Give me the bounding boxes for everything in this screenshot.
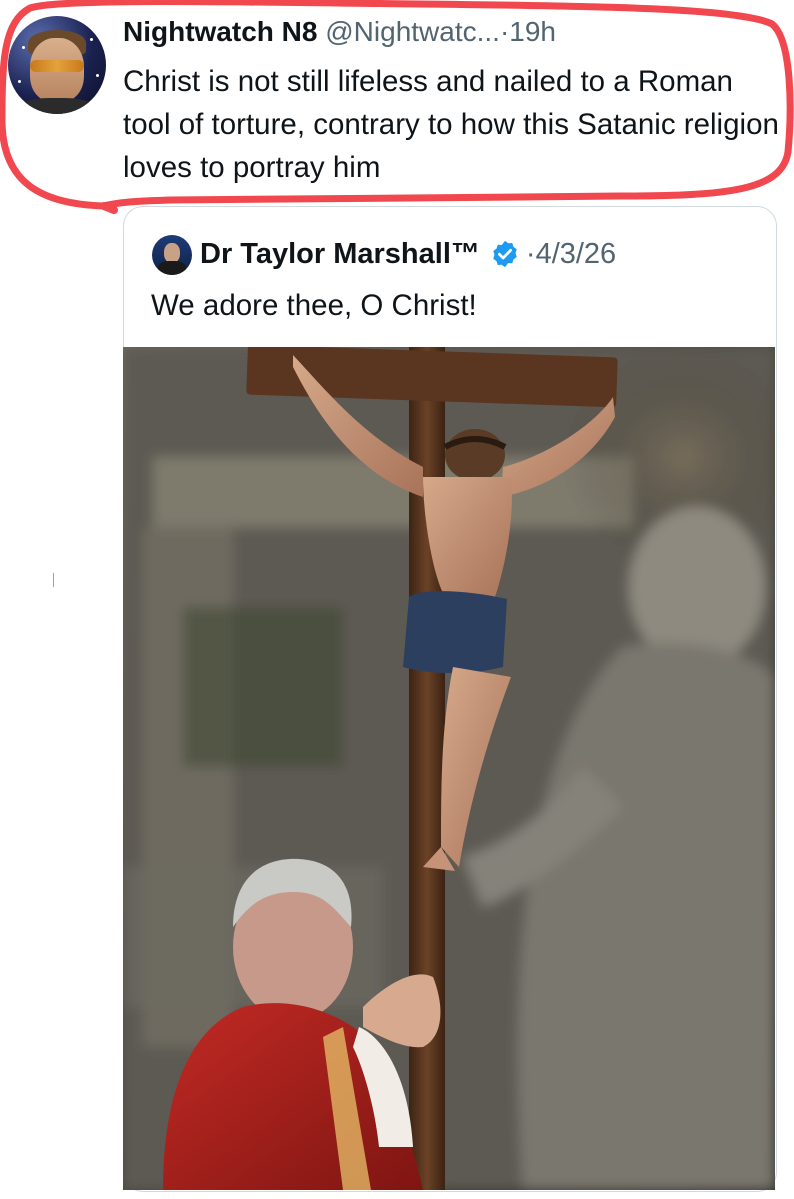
tweet-timestamp[interactable]: 19h (509, 16, 556, 47)
verified-badge-icon (493, 240, 517, 268)
crucifix-photo[interactable] (123, 347, 775, 1190)
author-handle[interactable]: @Nightwatc... (325, 16, 500, 47)
quoted-header-separator: · (525, 238, 536, 270)
quoted-tweet-header: Dr Taylor Marshall™ · 4/3/26 (200, 234, 616, 274)
tweet-header: Nightwatch N8 @Nightwatc...·19h (123, 14, 556, 50)
divider-mark (53, 573, 54, 587)
quoted-avatar-body (158, 261, 186, 275)
avatar-shirt (16, 98, 98, 114)
quoted-tweet-date[interactable]: 4/3/26 (536, 234, 617, 274)
avatar-star (96, 74, 99, 77)
quoted-author-name[interactable]: Dr Taylor Marshall™ (200, 234, 480, 274)
header-separator: · (499, 16, 510, 47)
avatar-sunglasses (30, 60, 84, 72)
author-avatar[interactable] (8, 16, 106, 114)
quoted-tweet-text: We adore thee, O Christ! (151, 289, 477, 322)
author-name[interactable]: Nightwatch N8 (123, 16, 317, 47)
tweet-text: Christ is not still lifeless and nailed … (123, 65, 779, 184)
quoted-author-avatar[interactable] (152, 235, 192, 275)
avatar-star (22, 46, 25, 49)
avatar-star (90, 38, 93, 41)
avatar-star (18, 80, 21, 83)
quoted-avatar-face (164, 243, 180, 263)
